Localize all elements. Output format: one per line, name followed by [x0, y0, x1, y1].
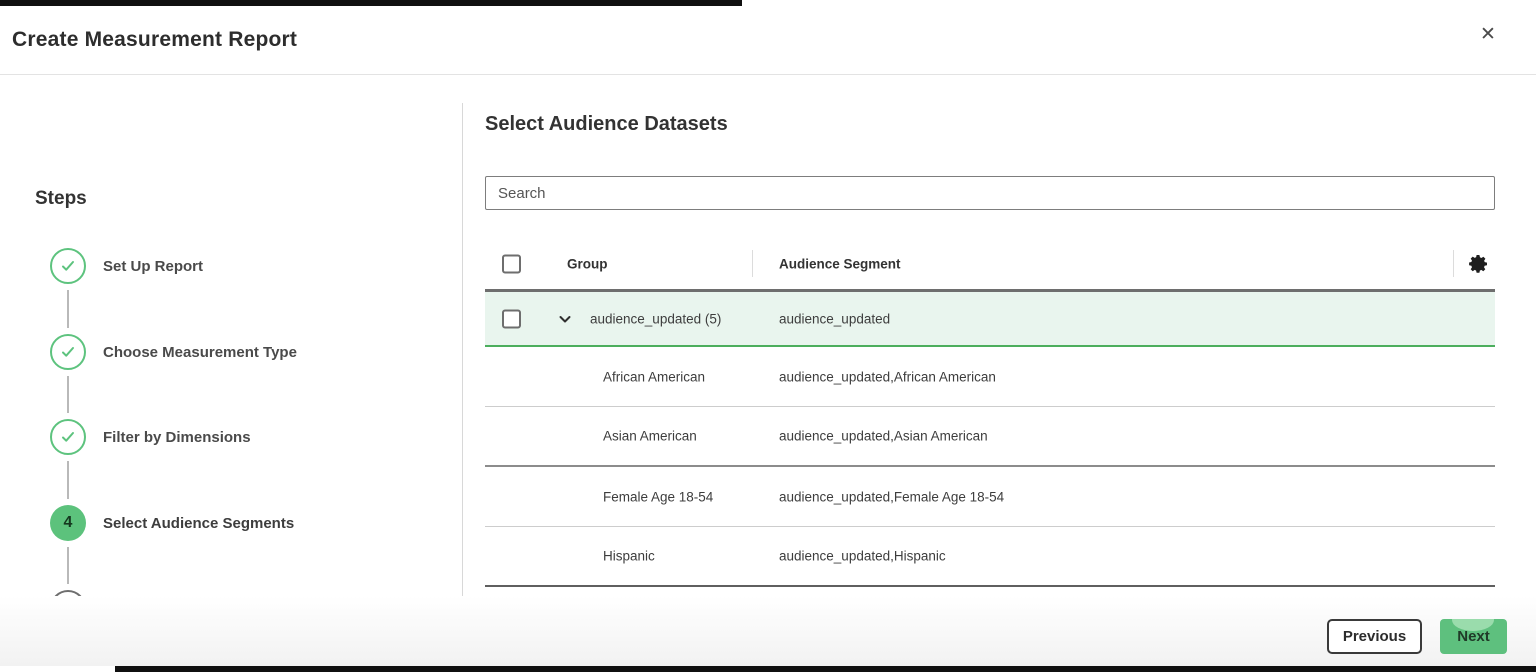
check-icon	[58, 342, 78, 362]
step-label: Filter by Dimensions	[103, 429, 251, 446]
group-row-checkbox[interactable]	[502, 309, 521, 328]
next-button-label: Next	[1457, 628, 1490, 645]
step-item-select-audience-segments[interactable]: 4 Select Audience Segments	[50, 505, 294, 541]
step-item-choose-measurement-type[interactable]: Choose Measurement Type	[50, 334, 297, 370]
table-row-african-american[interactable]: African American audience_updated,Africa…	[485, 347, 1495, 407]
search-input[interactable]	[485, 176, 1495, 210]
audience-datasets-table: Group Audience Segment audience_updated …	[485, 238, 1495, 587]
segment-path: audience_updated,Asian American	[779, 429, 988, 444]
check-icon	[58, 256, 78, 276]
segment-path: audience_updated,African American	[779, 369, 996, 384]
step-complete-circle	[50, 419, 86, 455]
segment-path: audience_updated,Hispanic	[779, 549, 946, 564]
group-segment: audience_updated	[779, 311, 890, 326]
group-label: audience_updated (5)	[590, 311, 721, 326]
check-icon	[58, 427, 78, 447]
step-connector	[67, 290, 69, 328]
steps-heading: Steps	[35, 188, 87, 210]
step-item-set-up-report[interactable]: Set Up Report	[50, 248, 203, 284]
page-title: Select Audience Datasets	[485, 113, 728, 136]
chevron-down-icon[interactable]	[557, 311, 573, 327]
step-label: Select Audience Segments	[103, 515, 294, 532]
column-header-audience-segment: Audience Segment	[779, 256, 901, 271]
step-item-filter-by-dimensions[interactable]: Filter by Dimensions	[50, 419, 251, 455]
steps-panel: Steps Set Up Report Choose Measurement T…	[0, 76, 462, 672]
segment-name: Hispanic	[603, 549, 655, 564]
table-header-row: Group Audience Segment	[485, 238, 1495, 289]
segment-path: audience_updated,Female Age 18-54	[779, 489, 1004, 504]
step-complete-circle	[50, 248, 86, 284]
step-connector	[67, 461, 69, 499]
column-header-group: Group	[567, 256, 608, 271]
next-button[interactable]: Next	[1440, 619, 1507, 654]
table-row-group-audience-updated[interactable]: audience_updated (5) audience_updated	[485, 289, 1495, 347]
column-divider	[752, 250, 753, 277]
table-row-hispanic[interactable]: Hispanic audience_updated,Hispanic	[485, 527, 1495, 587]
gear-icon[interactable]	[1466, 252, 1490, 276]
table-row-female-age-18-54[interactable]: Female Age 18-54 audience_updated,Female…	[485, 467, 1495, 527]
modal-header: Create Measurement Report ✕	[0, 6, 1536, 75]
segment-name: Asian American	[603, 429, 697, 444]
close-icon[interactable]: ✕	[1476, 22, 1500, 46]
column-divider	[1453, 250, 1454, 277]
create-measurement-report-modal: Create Measurement Report ✕ Steps Set Up…	[0, 0, 1536, 672]
step-complete-circle	[50, 334, 86, 370]
previous-button[interactable]: Previous	[1327, 619, 1422, 654]
step-label: Set Up Report	[103, 258, 203, 275]
segment-name: African American	[603, 369, 705, 384]
panel-divider	[462, 103, 463, 598]
select-all-checkbox[interactable]	[502, 254, 521, 273]
modal-title: Create Measurement Report	[12, 28, 297, 52]
footer	[0, 596, 1536, 666]
segment-name: Female Age 18-54	[603, 489, 713, 504]
table-row-asian-american[interactable]: Asian American audience_updated,Asian Am…	[485, 407, 1495, 467]
step-label: Choose Measurement Type	[103, 344, 297, 361]
step-connector	[67, 547, 69, 584]
step-connector	[67, 376, 69, 413]
letterbox-bar-bottom	[115, 666, 1536, 672]
step-current-circle: 4	[50, 505, 86, 541]
